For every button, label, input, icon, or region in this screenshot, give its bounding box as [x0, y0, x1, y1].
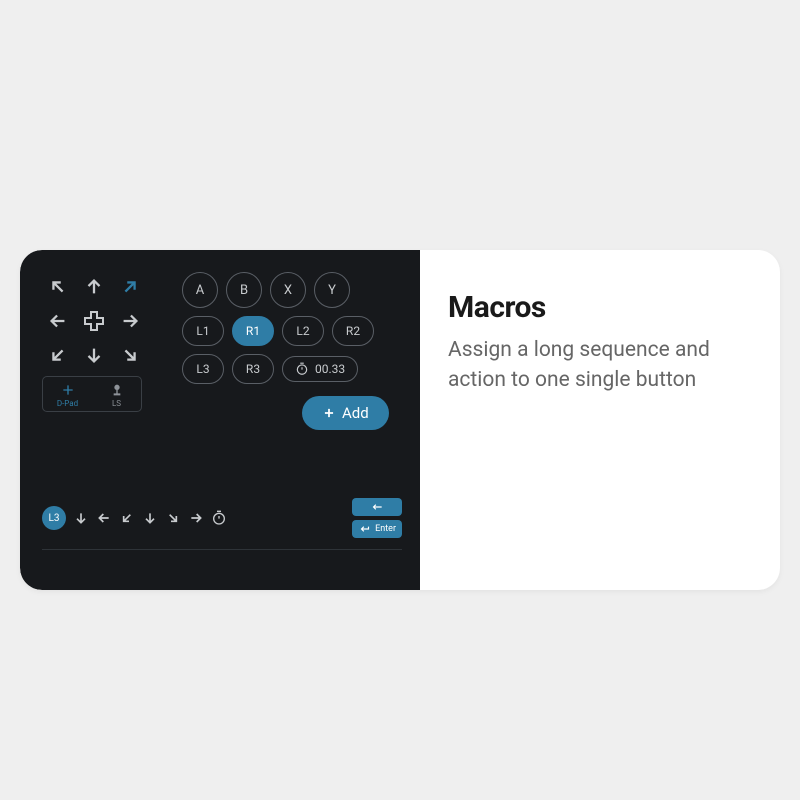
info-pane: Macros Assign a long sequence and action…	[420, 250, 780, 590]
plus-icon	[60, 382, 76, 398]
mode-ls-button[interactable]: LS	[92, 377, 141, 411]
buttons-area: A B X Y L1 R1 L2 R2 L3 R3 00.33	[182, 272, 402, 430]
section-description: Assign a long sequence and action to one…	[448, 335, 752, 396]
input-mode-toggle: D-Pad LS	[42, 376, 142, 412]
button-a[interactable]: A	[182, 272, 218, 308]
sequence-row: L3 Enter	[42, 498, 402, 538]
dpad-grid	[42, 272, 162, 370]
key-backspace[interactable]	[352, 498, 402, 516]
timer-value: 00.33	[315, 362, 345, 376]
action-keys: Enter	[352, 498, 402, 538]
arrow-w-icon[interactable]	[42, 306, 74, 336]
face-button-row: A B X Y	[182, 272, 402, 308]
arrow-n-icon[interactable]	[78, 272, 110, 302]
enter-arrow-icon	[358, 523, 372, 535]
config-panel: D-Pad LS A B X Y L1 R1	[20, 250, 420, 590]
key-enter-label: Enter	[375, 524, 396, 534]
timer-chip[interactable]: 00.33	[282, 356, 358, 382]
seq-arrow-s-icon	[73, 510, 89, 526]
arrow-e-icon[interactable]	[114, 306, 146, 336]
seq-arrow-sw-icon	[119, 510, 135, 526]
seq-arrow-w-icon	[96, 510, 112, 526]
section-title: Macros	[448, 290, 752, 325]
dpad-center-icon[interactable]	[78, 306, 110, 336]
key-enter[interactable]: Enter	[352, 520, 402, 538]
stopwatch-icon	[295, 362, 309, 376]
button-r3[interactable]: R3	[232, 354, 274, 384]
joystick-icon	[109, 382, 125, 398]
arrow-se-icon[interactable]	[114, 340, 146, 370]
shoulder-row-2: L3 R3 00.33	[182, 354, 402, 384]
seq-arrow-e-icon	[188, 510, 204, 526]
arrow-nw-icon[interactable]	[42, 272, 74, 302]
dpad-area: D-Pad LS	[42, 272, 162, 430]
add-button[interactable]: Add	[302, 396, 389, 430]
arrow-ne-icon[interactable]	[114, 272, 146, 302]
panel-divider	[42, 549, 402, 550]
top-controls: D-Pad LS A B X Y L1 R1	[42, 272, 402, 430]
macro-sequence: L3	[42, 506, 227, 530]
arrow-s-icon[interactable]	[78, 340, 110, 370]
button-l2[interactable]: L2	[282, 316, 324, 346]
seq-arrow-s2-icon	[142, 510, 158, 526]
macros-card: D-Pad LS A B X Y L1 R1	[20, 250, 780, 590]
plus-icon	[322, 406, 336, 420]
seq-arrow-se-icon	[165, 510, 181, 526]
button-l3[interactable]: L3	[182, 354, 224, 384]
shoulder-row-1: L1 R1 L2 R2	[182, 316, 402, 346]
mode-dpad-button[interactable]: D-Pad	[43, 377, 92, 411]
mode-ls-label: LS	[112, 399, 121, 408]
button-y[interactable]: Y	[314, 272, 350, 308]
arrow-sw-icon[interactable]	[42, 340, 74, 370]
add-label: Add	[342, 404, 369, 422]
button-b[interactable]: B	[226, 272, 262, 308]
button-r2[interactable]: R2	[332, 316, 374, 346]
backspace-arrow-icon	[370, 501, 384, 513]
mode-dpad-label: D-Pad	[57, 399, 78, 408]
button-r1[interactable]: R1	[232, 316, 274, 346]
button-x[interactable]: X	[270, 272, 306, 308]
seq-timer-icon	[211, 510, 227, 526]
button-l1[interactable]: L1	[182, 316, 224, 346]
sequence-trigger-badge[interactable]: L3	[42, 506, 66, 530]
